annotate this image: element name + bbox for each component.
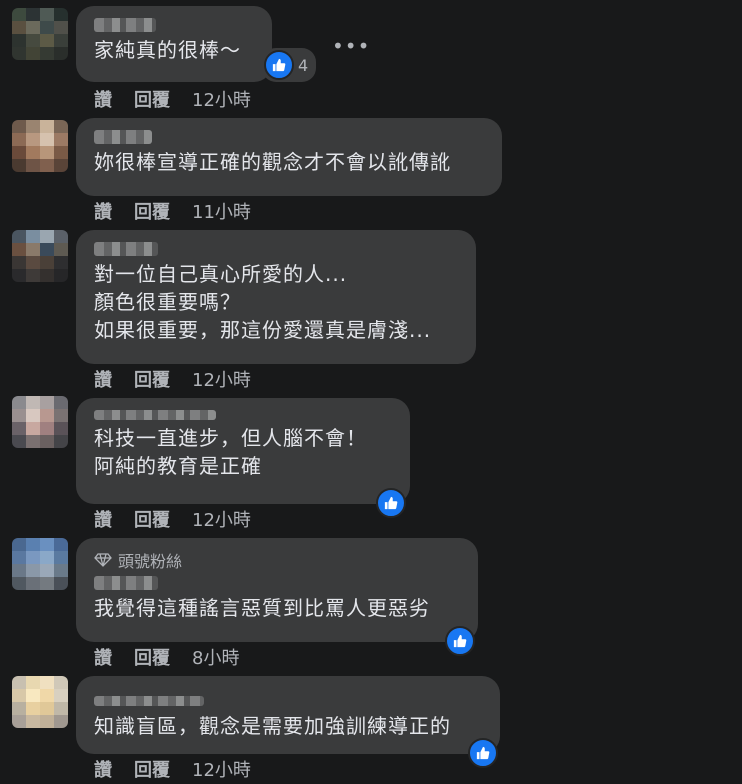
diamond-icon bbox=[94, 553, 112, 567]
comment-text: 妳很棒宣導正確的觀念才不會以訛傳訛 bbox=[94, 150, 451, 174]
like-button[interactable]: 讚 bbox=[94, 366, 112, 392]
like-reaction-icon bbox=[264, 50, 294, 80]
comment-bubble: 對一位自己真心所愛的人... 顏色很重要嗎？ 如果很重要，那這份愛還真是膚淺..… bbox=[76, 230, 476, 364]
comment-text: 家純真的很棒～ bbox=[94, 38, 241, 62]
avatar[interactable] bbox=[12, 230, 68, 282]
like-button[interactable]: 讚 bbox=[94, 198, 112, 224]
comment-actions: 讚 回覆 12小時 bbox=[94, 506, 251, 532]
comment-bubble: 頭號粉絲 我覺得這種謠言惡質到比罵人更惡劣 bbox=[76, 538, 478, 642]
comment-text: 知識盲區，觀念是需要加強訓練導正的 bbox=[94, 714, 451, 738]
reply-button[interactable]: 回覆 bbox=[134, 756, 170, 782]
author-name[interactable] bbox=[94, 410, 216, 420]
timestamp[interactable]: 12小時 bbox=[192, 366, 251, 392]
avatar[interactable] bbox=[12, 8, 68, 60]
reply-button[interactable]: 回覆 bbox=[134, 86, 170, 112]
reply-button[interactable]: 回覆 bbox=[134, 506, 170, 532]
like-button[interactable]: 讚 bbox=[94, 86, 112, 112]
comment-text: 對一位自己真心所愛的人... 顏色很重要嗎？ 如果很重要，那這份愛還真是膚淺..… bbox=[94, 262, 432, 342]
timestamp[interactable]: 11小時 bbox=[192, 198, 251, 224]
timestamp[interactable]: 12小時 bbox=[192, 756, 251, 782]
comment-text: 我覺得這種謠言惡質到比罵人更惡劣 bbox=[94, 596, 430, 620]
timestamp[interactable]: 12小時 bbox=[192, 86, 251, 112]
avatar[interactable] bbox=[12, 120, 68, 172]
author-name[interactable] bbox=[94, 696, 204, 706]
comment-bubble: 妳很棒宣導正確的觀念才不會以訛傳訛 bbox=[76, 118, 502, 196]
avatar[interactable] bbox=[12, 676, 68, 728]
author-name[interactable] bbox=[94, 576, 158, 590]
comment-text: 科技一直進步，但人腦不會！ 阿純的教育是正確 bbox=[94, 426, 367, 478]
comment-actions: 讚 回覆 11小時 bbox=[94, 198, 251, 224]
like-button[interactable]: 讚 bbox=[94, 644, 112, 670]
timestamp[interactable]: 8小時 bbox=[192, 644, 239, 670]
like-reaction-icon[interactable] bbox=[468, 738, 498, 768]
author-name[interactable] bbox=[94, 242, 158, 256]
comment-bubble: 知識盲區，觀念是需要加強訓練導正的 bbox=[76, 676, 500, 754]
like-reaction-icon[interactable] bbox=[376, 488, 406, 518]
reply-button[interactable]: 回覆 bbox=[134, 644, 170, 670]
author-name[interactable] bbox=[94, 18, 156, 32]
comment-bubble: 家純真的很棒～ bbox=[76, 6, 272, 82]
reply-button[interactable]: 回覆 bbox=[134, 366, 170, 392]
comment-actions: 讚 回覆 12小時 bbox=[94, 86, 251, 112]
badge-label: 頭號粉絲 bbox=[118, 552, 183, 571]
more-options-icon[interactable]: ••• bbox=[332, 34, 370, 58]
author-name[interactable] bbox=[94, 130, 152, 144]
like-reaction-icon[interactable] bbox=[445, 626, 475, 656]
avatar[interactable] bbox=[12, 396, 68, 448]
like-count: 4 bbox=[298, 55, 309, 75]
comment-actions: 讚 回覆 12小時 bbox=[94, 756, 251, 782]
comment-actions: 讚 回覆 12小時 bbox=[94, 366, 251, 392]
avatar[interactable] bbox=[12, 538, 68, 590]
comment-bubble: 科技一直進步，但人腦不會！ 阿純的教育是正確 bbox=[76, 398, 410, 504]
top-fan-badge[interactable]: 頭號粉絲 bbox=[94, 548, 460, 572]
reply-button[interactable]: 回覆 bbox=[134, 198, 170, 224]
reaction-count[interactable]: 4 bbox=[262, 48, 317, 82]
like-button[interactable]: 讚 bbox=[94, 756, 112, 782]
like-button[interactable]: 讚 bbox=[94, 506, 112, 532]
timestamp[interactable]: 12小時 bbox=[192, 506, 251, 532]
comment-actions: 讚 回覆 8小時 bbox=[94, 644, 239, 670]
